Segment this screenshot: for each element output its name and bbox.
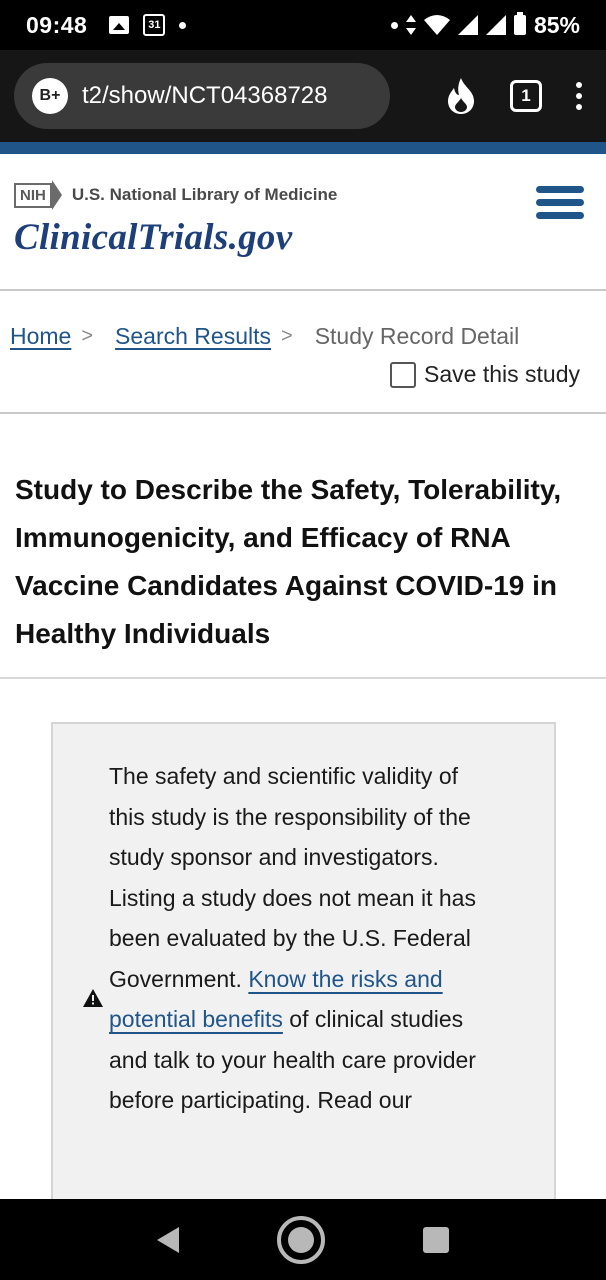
header-accent-stripe [0, 142, 606, 154]
dot-icon [179, 21, 187, 29]
save-study-checkbox[interactable] [390, 361, 417, 388]
battery-icon [513, 12, 526, 35]
signal-icon [457, 15, 478, 35]
breadcrumb-search-results-link[interactable]: Search Results [115, 323, 271, 350]
breadcrumb-separator: > [281, 325, 293, 347]
image-icon [109, 16, 130, 34]
disclaimer-box: The safety and scientific validity of th… [51, 722, 556, 1242]
browser-toolbar: B+ t2/show/NCT04368728 1 [0, 50, 606, 142]
site-header: NIH U.S. National Library of Medicine Cl… [0, 154, 606, 291]
system-icons: 85% [390, 11, 580, 39]
notification-icons: 31 [109, 14, 187, 36]
wifi-icon [423, 15, 450, 35]
back-icon[interactable] [157, 1226, 179, 1253]
site-info-badge[interactable]: B+ [32, 78, 68, 114]
battery-percent: 85% [533, 11, 580, 38]
signal-icon [485, 15, 506, 35]
disclaimer-text: The safety and scientific validity of th… [109, 756, 479, 1121]
site-logo[interactable]: ClinicalTrials.gov [14, 216, 292, 259]
org-name: U.S. National Library of Medicine [71, 185, 338, 204]
breadcrumb-separator: > [81, 325, 94, 347]
dot-icon [390, 21, 398, 29]
breadcrumb-current: Study Record Detail [314, 323, 520, 349]
study-title: Study to Describe the Safety, Tolerabili… [15, 474, 562, 649]
recents-icon[interactable] [423, 1226, 449, 1253]
hamburger-menu-icon[interactable] [536, 186, 584, 219]
flame-icon[interactable] [446, 78, 476, 114]
data-arrows-icon [405, 15, 416, 35]
tabs-icon[interactable]: 1 [510, 80, 542, 112]
address-bar[interactable]: B+ t2/show/NCT04368728 [14, 63, 390, 129]
browser-actions: 1 [446, 78, 592, 114]
url-text[interactable]: t2/show/NCT04368728 [82, 82, 327, 110]
breadcrumb-home-link[interactable]: Home [10, 323, 71, 350]
status-time: 09:48 [26, 11, 88, 38]
nih-badge: NIH [14, 182, 52, 208]
system-nav-bar [0, 1199, 606, 1280]
home-icon[interactable] [277, 1215, 325, 1264]
disclaimer-text-before: The safety and scientific validity of th… [109, 763, 476, 992]
breadcrumb-area: Home > Search Results > Study Record Det… [0, 293, 606, 414]
save-study-control[interactable]: Save this study [390, 361, 580, 388]
nih-arrow-icon [51, 180, 62, 210]
title-area: Study to Describe the Safety, Tolerabili… [0, 416, 606, 679]
breadcrumb: Home > Search Results > Study Record Det… [10, 323, 519, 350]
status-bar: 09:48 31 85% [0, 0, 606, 50]
more-vert-icon[interactable] [576, 82, 582, 110]
nih-logo[interactable]: NIH U.S. National Library of Medicine [14, 180, 337, 210]
warning-icon [83, 989, 103, 1007]
save-study-label[interactable]: Save this study [424, 361, 580, 388]
calendar-icon: 31 [143, 14, 166, 36]
